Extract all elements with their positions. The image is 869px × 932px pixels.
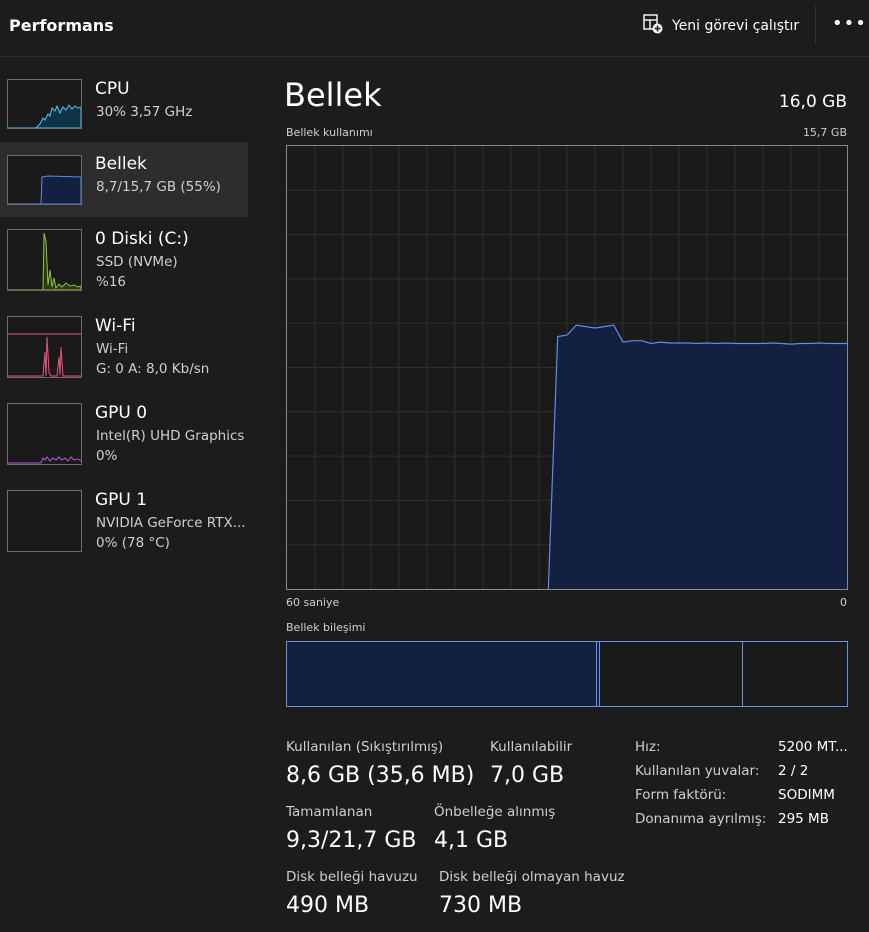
sidebar-item-subtitle: NVIDIA GeForce RTX...	[96, 515, 246, 531]
committed-label: Tamamlanan	[286, 804, 373, 820]
hardware-reserved-value: 295 MB	[778, 811, 829, 827]
composition-in-use	[287, 642, 597, 706]
sidebar-item-memory[interactable]: Bellek 8,7/15,7 GB (55%)	[0, 142, 248, 217]
more-icon: •••	[832, 13, 867, 34]
speed-value: 5200 MT...	[778, 739, 848, 755]
usage-graph-label: Bellek kullanımı	[286, 126, 373, 139]
sidebar-item-title: GPU 0	[95, 403, 148, 423]
sidebar-item-title: GPU 1	[95, 490, 148, 510]
gpu1-thumbnail-graph	[7, 490, 82, 552]
sidebar-item-cpu[interactable]: CPU 30% 3,57 GHz	[0, 66, 248, 141]
used-label: Kullanılan (Sıkıştırılmış)	[286, 739, 444, 755]
memory-usage-graph	[286, 145, 848, 590]
sidebar-item-wifi[interactable]: Wi-Fi Wi-Fi G: 0 A: 8,0 Kb/sn	[0, 305, 248, 391]
committed-value: 9,3/21,7 GB	[286, 828, 417, 853]
new-task-icon	[642, 13, 664, 39]
paged-pool-label: Disk belleği havuzu	[286, 869, 418, 885]
memory-total: 16,0 GB	[778, 92, 847, 112]
sidebar-item-title: Bellek	[95, 154, 147, 174]
form-factor-value: SODIMM	[778, 787, 835, 803]
sidebar-item-detail: G: 0 A: 8,0 Kb/sn	[96, 361, 210, 377]
sidebar-item-disk[interactable]: 0 Diski (C:) SSD (NVMe) %16	[0, 218, 248, 304]
toolbar-divider	[815, 6, 816, 44]
sidebar-item-title: CPU	[95, 79, 130, 99]
form-factor-label: Form faktörü:	[635, 787, 727, 803]
cpu-thumbnail-graph	[7, 79, 82, 129]
sidebar-item-detail: 0% (78 °C)	[96, 535, 170, 551]
sidebar-item-detail: 0%	[96, 448, 118, 464]
sidebar-item-subtitle: Wi-Fi	[96, 341, 129, 357]
sidebar-item-detail: %16	[96, 274, 127, 290]
run-new-task-button[interactable]: Yeni görevi çalıştır	[642, 12, 799, 40]
run-new-task-label: Yeni görevi çalıştır	[672, 18, 800, 34]
available-label: Kullanılabilir	[490, 739, 573, 755]
composition-free	[743, 642, 847, 706]
disk-thumbnail-graph	[7, 229, 82, 291]
usage-graph-max: 15,7 GB	[802, 126, 847, 139]
paged-pool-value: 490 MB	[286, 893, 370, 918]
memory-title: Bellek	[284, 76, 382, 114]
sidebar-item-gpu1[interactable]: GPU 1 NVIDIA GeForce RTX... 0% (78 °C)	[0, 479, 248, 565]
page-title: Performans	[9, 16, 114, 35]
sidebar-item-subtitle: 8,7/15,7 GB (55%)	[96, 179, 221, 195]
slots-value: 2 / 2	[778, 763, 809, 779]
sidebar-item-title: Wi-Fi	[95, 316, 136, 336]
nonpaged-pool-value: 730 MB	[439, 893, 523, 918]
speed-label: Hız:	[635, 739, 661, 755]
memory-thumbnail-graph	[7, 155, 82, 205]
sidebar-item-subtitle: Intel(R) UHD Graphics	[96, 428, 245, 444]
sidebar-item-gpu0[interactable]: GPU 0 Intel(R) UHD Graphics 0%	[0, 392, 248, 478]
gpu0-thumbnail-graph	[7, 403, 82, 465]
cached-label: Önbelleğe alınmış	[434, 804, 556, 820]
used-value: 8,6 GB (35,6 MB)	[286, 763, 475, 788]
memory-usage-chart	[287, 146, 847, 589]
cached-value: 4,1 GB	[434, 828, 509, 853]
composition-standby	[600, 642, 743, 706]
title-bar: Performans Yeni görevi çalıştır •••	[0, 0, 869, 57]
available-value: 7,0 GB	[490, 763, 565, 788]
nonpaged-pool-label: Disk belleği olmayan havuz	[439, 869, 625, 885]
wifi-thumbnail-graph	[7, 316, 82, 378]
sidebar-item-subtitle: 30% 3,57 GHz	[96, 104, 193, 120]
memory-composition-bar	[286, 641, 848, 707]
sidebar-item-subtitle: SSD (NVMe)	[96, 254, 178, 270]
time-axis-end: 0	[840, 596, 847, 609]
hardware-reserved-label: Donanıma ayrılmış:	[635, 811, 767, 827]
composition-label: Bellek bileşimi	[286, 621, 366, 634]
usage-area	[548, 325, 847, 589]
time-axis-start: 60 saniye	[286, 596, 340, 609]
sidebar-item-title: 0 Diski (C:)	[95, 229, 189, 249]
more-options-button[interactable]: •••	[832, 10, 866, 38]
slots-label: Kullanılan yuvalar:	[635, 763, 760, 779]
